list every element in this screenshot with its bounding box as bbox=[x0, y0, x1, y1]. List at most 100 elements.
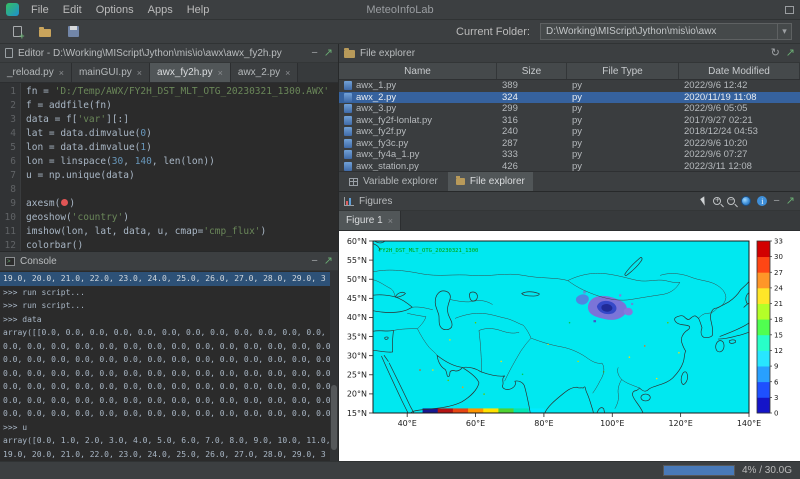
code-line: fn = 'D:/Temp/AWX/FY2H_DST_MLT_OTG_20230… bbox=[26, 85, 338, 99]
detach-icon[interactable]: ↗ bbox=[786, 196, 795, 207]
menu-help[interactable]: Help bbox=[180, 4, 217, 16]
file-type: py bbox=[567, 161, 679, 171]
svg-text:55°N: 55°N bbox=[347, 256, 367, 265]
tab-variable-explorer[interactable]: Variable explorer bbox=[341, 172, 446, 191]
column-header-name[interactable]: Name bbox=[339, 63, 497, 79]
file-name-cell: awx_fy4a_1.py bbox=[339, 149, 497, 160]
column-header-date-modified[interactable]: Date Modified bbox=[679, 63, 800, 79]
file-name: awx_2.py bbox=[356, 92, 396, 103]
menu-apps[interactable]: Apps bbox=[141, 4, 180, 16]
figures-tabbar: Figure 1 × bbox=[339, 211, 800, 231]
close-icon[interactable]: × bbox=[59, 68, 64, 78]
full-extent-globe-icon[interactable] bbox=[741, 196, 751, 206]
file-row[interactable]: awx_3.py299py2022/9/6 05:05 bbox=[339, 103, 800, 115]
zoom-in-icon[interactable] bbox=[713, 197, 721, 205]
editor-tab-mainGUI.py[interactable]: mainGUI.py× bbox=[72, 63, 150, 82]
file-row[interactable]: awx_2.py324py2020/11/19 11:08 bbox=[339, 92, 800, 104]
svg-text:40°N: 40°N bbox=[347, 313, 367, 322]
figures-title: Figures bbox=[359, 196, 697, 207]
menu-edit[interactable]: Edit bbox=[56, 4, 89, 16]
file-row[interactable]: awx_1.py389py2022/9/6 12:42 bbox=[339, 80, 800, 92]
save-button[interactable] bbox=[64, 23, 82, 41]
code-token: lon = data.dimvalue( bbox=[26, 142, 140, 153]
open-folder-icon bbox=[39, 29, 51, 37]
file-size: 333 bbox=[497, 149, 567, 160]
editor-tabbar: _reload.py×mainGUI.py×awx_fy2h.py×awx_2.… bbox=[0, 63, 338, 83]
detach-icon[interactable]: ↗ bbox=[324, 48, 333, 59]
refresh-icon[interactable]: ↻ bbox=[771, 48, 780, 59]
py-file-icon bbox=[344, 139, 352, 148]
scrollbar-thumb[interactable] bbox=[331, 385, 337, 450]
file-row[interactable]: awx_fy4a_1.py333py2022/9/6 07:27 bbox=[339, 149, 800, 161]
svg-text:33: 33 bbox=[774, 238, 783, 246]
file-date: 2020/11/19 11:08 bbox=[679, 92, 800, 103]
open-file-button[interactable] bbox=[36, 23, 54, 41]
code-token: fn = bbox=[26, 86, 55, 97]
close-icon[interactable]: × bbox=[285, 68, 290, 78]
column-header-file-type[interactable]: File Type bbox=[567, 63, 679, 79]
new-file-button[interactable] bbox=[8, 23, 26, 41]
select-arrow-icon[interactable] bbox=[701, 196, 710, 205]
restore-window-icon[interactable] bbox=[785, 6, 794, 14]
file-row[interactable]: awx_fy3c.py287py2022/9/6 10:20 bbox=[339, 138, 800, 150]
line-number: 12 bbox=[0, 239, 16, 251]
zoom-out-icon[interactable] bbox=[727, 197, 735, 205]
editor-panel: Editor - D:\Working\MIScript\Jython\mis\… bbox=[0, 44, 338, 252]
tab-label: _reload.py bbox=[7, 67, 54, 78]
detach-icon[interactable]: ↗ bbox=[324, 256, 333, 267]
file-name-cell: awx_fy3c.py bbox=[339, 138, 497, 149]
tab-file-explorer[interactable]: File explorer bbox=[448, 172, 533, 191]
tab-figure-1[interactable]: Figure 1 × bbox=[339, 211, 401, 230]
console-scrollbar[interactable] bbox=[330, 271, 338, 461]
identify-icon[interactable] bbox=[757, 196, 767, 206]
file-type: py bbox=[567, 126, 679, 137]
line-number: 3 bbox=[0, 113, 16, 127]
editor-tab-awx_2.py[interactable]: awx_2.py × bbox=[231, 63, 299, 82]
file-name-cell: awx_2.py bbox=[339, 92, 497, 103]
py-file-icon bbox=[344, 150, 352, 159]
file-row[interactable]: awx_fy2f.py240py2018/12/24 04:53 bbox=[339, 126, 800, 138]
minimize-icon[interactable]: − bbox=[311, 48, 317, 59]
menu-options[interactable]: Options bbox=[89, 4, 141, 16]
table-header: NameSizeFile TypeDate Modified bbox=[339, 63, 800, 80]
column-header-size[interactable]: Size bbox=[497, 63, 567, 79]
detach-icon[interactable]: ↗ bbox=[786, 48, 795, 59]
meteoinfolab-window: FileEditOptionsAppsHelp MeteoInfoLab Cur… bbox=[0, 0, 800, 479]
editor-tab-awx_fy2h.py[interactable]: awx_fy2h.py× bbox=[150, 63, 231, 82]
current-folder-combo[interactable]: D:\Working\MIScript\Jython\mis\io\awx ▾ bbox=[540, 23, 792, 40]
console-output[interactable]: 19.0, 20.0, 21.0, 22.0, 23.0, 24.0, 25.0… bbox=[0, 271, 338, 461]
close-icon[interactable]: × bbox=[218, 68, 223, 78]
svg-text:140°E: 140°E bbox=[737, 419, 761, 428]
svg-text:100°E: 100°E bbox=[600, 419, 624, 428]
svg-text:45°N: 45°N bbox=[347, 294, 367, 303]
tab-label: awx_2.py bbox=[238, 67, 280, 78]
console-panel: Console − ↗ 19.0, 20.0, 21.0, 22.0, 23.0… bbox=[0, 252, 338, 461]
file-row[interactable]: awx_station.py426py2022/3/11 12:08 bbox=[339, 161, 800, 172]
file-row[interactable]: awx_fy2f-lonlat.py316py2017/9/27 02:21 bbox=[339, 115, 800, 127]
code-line bbox=[26, 183, 338, 197]
file-date: 2022/3/11 12:08 bbox=[679, 161, 800, 171]
console-line: 19.0, 20.0, 21.0, 22.0, 23.0, 24.0, 25.0… bbox=[0, 272, 338, 286]
code-token: geoshow( bbox=[26, 212, 72, 223]
menu-file[interactable]: File bbox=[24, 4, 56, 16]
file-type: py bbox=[567, 115, 679, 126]
line-number: 2 bbox=[0, 99, 16, 113]
py-file-icon bbox=[344, 93, 352, 102]
file-name-cell: awx_3.py bbox=[339, 103, 497, 114]
code-token: 30 bbox=[112, 156, 123, 167]
menu-bar: FileEditOptionsAppsHelp MeteoInfoLab bbox=[0, 0, 800, 20]
editor-tab-_reload.py[interactable]: _reload.py × bbox=[0, 63, 72, 82]
minimize-icon[interactable]: − bbox=[311, 256, 317, 267]
close-icon[interactable]: × bbox=[137, 68, 142, 78]
code-editor[interactable]: 123456789101112 fn = 'D:/Temp/AWX/FY2H_D… bbox=[0, 83, 338, 251]
figure-canvas[interactable]: 40°E60°E80°E100°E120°E140°E 60°N55°N50°N… bbox=[339, 231, 799, 461]
file-table: NameSizeFile TypeDate Modified awx_1.py3… bbox=[339, 63, 800, 171]
chevron-down-icon[interactable]: ▾ bbox=[777, 24, 791, 39]
console-line: >>> u bbox=[0, 421, 338, 435]
code-line: lon = data.dimvalue(1) bbox=[26, 141, 338, 155]
svg-text:15°N: 15°N bbox=[347, 409, 367, 418]
minimize-icon[interactable]: − bbox=[773, 196, 779, 207]
close-icon[interactable]: × bbox=[388, 216, 393, 226]
code-line: lat = data.dimvalue(0) bbox=[26, 127, 338, 141]
file-size: 287 bbox=[497, 138, 567, 149]
